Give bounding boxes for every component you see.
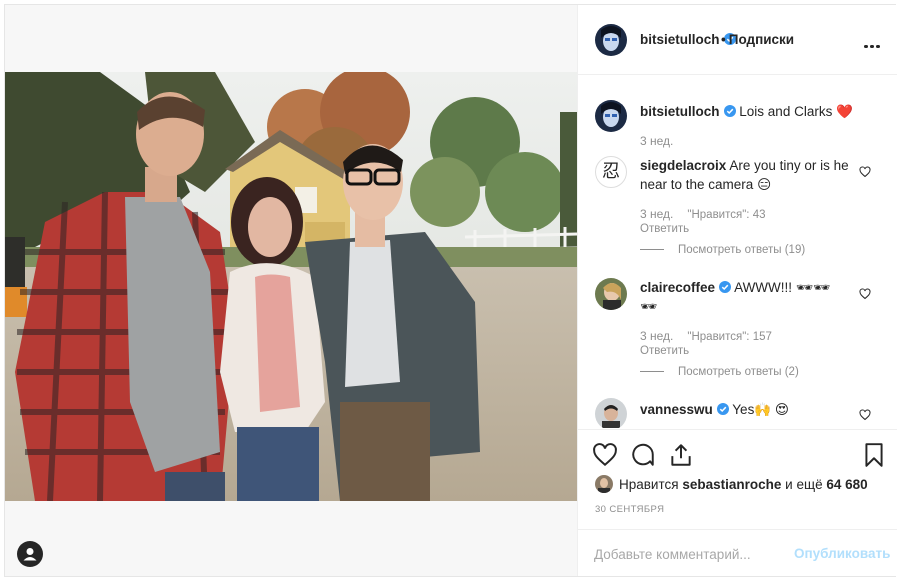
comment-like-heart-icon[interactable] [859,409,871,421]
likes-summary[interactable]: Нравится sebastianroche и ещё 64 680 [595,475,868,493]
replies-divider [640,371,664,373]
comment-text: clairecoffee AWWW!!! 🕶🕶 🕶 [640,278,850,316]
comment-username[interactable]: siegdelacroix [640,158,726,173]
commenter-avatar[interactable] [595,398,627,428]
verified-badge-icon [723,105,736,117]
comment-bubble-icon[interactable] [630,442,656,468]
post-date[interactable]: 30 СЕНТЯБРЯ [595,504,664,515]
heart-emoji: ❤️ [836,104,853,119]
more-options-icon[interactable] [864,35,884,48]
user-tag-icon[interactable] [17,541,43,567]
liker-avatar [595,475,613,493]
comment-text: siegdelacroix Are you tiny or is he near… [640,156,850,194]
post-sidebar: bitsietulloch • Подписки bitsietulloch L… [577,5,897,576]
avatar-glyph: 忍 [602,161,620,182]
comments-list: bitsietulloch Lois and Clarks ❤️ 3 нед. … [578,76,897,428]
commenter-avatar[interactable] [595,278,627,310]
caption-time[interactable]: 3 нед. [640,134,673,148]
separator-dot: • [721,32,726,47]
comment-like-heart-icon[interactable] [859,166,871,178]
share-icon[interactable] [668,442,694,468]
view-replies-button[interactable]: Посмотреть ответы (2) [640,366,799,378]
post-actions [578,429,897,473]
view-replies-label: Посмотреть ответы (19) [678,244,806,256]
comment-time[interactable]: 3 нед. [640,329,673,343]
comment-emoji: 🕶🕶 [795,280,831,295]
comment-time[interactable]: 3 нед. [640,207,673,221]
commenter-avatar[interactable]: 忍 [595,156,627,188]
likes-prefix: Нравится [619,477,679,492]
author-avatar[interactable] [595,100,627,132]
post-photo[interactable] [5,72,577,501]
comment-input[interactable] [594,544,784,564]
media-panel [5,5,577,576]
caption-text: bitsietulloch Lois and Clarks ❤️ [640,102,870,121]
comment-likes[interactable]: "Нравится": 157 [687,331,772,343]
comment-emoji: 😑 [757,177,772,192]
reply-button[interactable]: Ответить [640,223,689,235]
comment-username[interactable]: vannesswu [640,402,713,417]
likes-count[interactable]: 64 680 [826,477,867,492]
verified-badge-icon [719,281,732,293]
comment-like-heart-icon[interactable] [859,288,871,300]
caption-username[interactable]: bitsietulloch [640,104,720,119]
bookmark-icon[interactable] [861,442,887,468]
following-button[interactable]: Подписки [729,32,794,47]
comment-emoji: 🙌 😍 [754,402,789,417]
reply-button[interactable]: Ответить [640,345,689,357]
post-header: bitsietulloch • Подписки [578,5,897,75]
comment-likes[interactable]: "Нравится": 43 [687,209,765,221]
view-replies-label: Посмотреть ответы (2) [678,366,799,378]
liker-username[interactable]: sebastianroche [682,477,781,492]
add-comment-bar: Опубликовать [578,529,897,576]
author-avatar[interactable] [595,24,627,56]
post-modal: bitsietulloch • Подписки bitsietulloch L… [4,4,897,577]
comment-meta: 3 нед. "Нравится": 157 [640,329,772,343]
likes-and: и ещё [785,477,823,492]
heart-icon[interactable] [592,442,618,468]
verified-badge-icon [716,403,729,415]
view-replies-button[interactable]: Посмотреть ответы (19) [640,244,805,256]
follow-status: • Подписки [718,32,794,47]
comment-username[interactable]: clairecoffee [640,280,715,295]
caption-body: Lois and Clarks [739,104,833,119]
comment-text: vannesswu Yes🙌 😍 [640,400,850,419]
publish-button[interactable]: Опубликовать [794,546,890,561]
replies-divider [640,249,664,251]
comment-meta: 3 нед. "Нравится": 43 [640,207,765,221]
comment-emoji-2: 🕶 [640,299,658,314]
comment-body: Yes [732,402,755,417]
comment-body: AWWW!!! [734,280,793,295]
